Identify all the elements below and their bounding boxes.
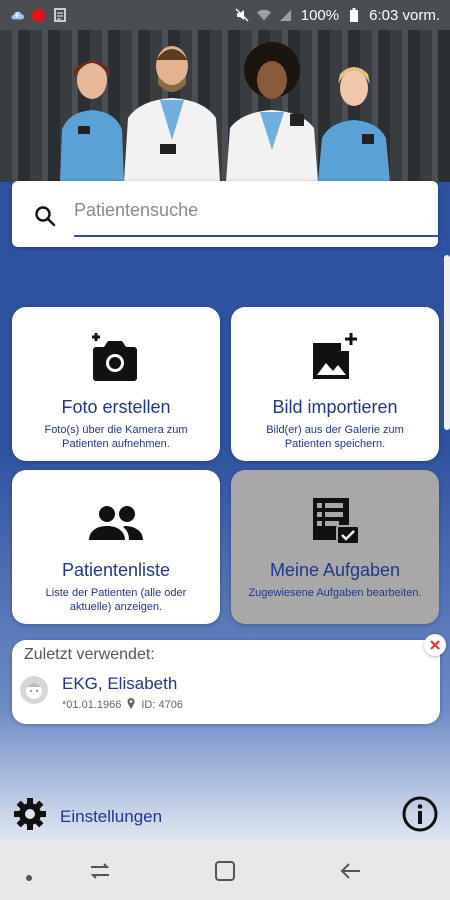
info-icon[interactable] [402, 796, 438, 832]
recent-apps-icon[interactable] [89, 862, 111, 885]
mute-icon [235, 8, 249, 22]
patient-list-tile[interactable]: Patientenliste Liste der Patienten (alle… [12, 470, 220, 624]
settings-label: Einstellungen [60, 806, 163, 826]
patient-list-desc: Liste der Patienten (alle oder aktuelle)… [45, 587, 187, 613]
document-icon [53, 8, 67, 22]
battery-level: 100% [300, 6, 340, 24]
my-tasks-tile[interactable]: Meine Aufgaben Zugewiesene Aufgaben bear… [231, 470, 439, 624]
import-image-tile[interactable]: Bild importieren Bild(er) aus der Galeri… [231, 307, 439, 461]
home-icon[interactable] [214, 860, 236, 887]
battery-icon [347, 8, 361, 22]
location-pin-icon [127, 698, 135, 712]
recent-patient-meta: *01.01.1966 ID: 4706 [62, 698, 183, 712]
recent-label: Zuletzt verwendet: [24, 646, 155, 663]
doctors-group-photo [0, 30, 450, 182]
person-1 [60, 61, 124, 182]
person-3 [226, 42, 318, 182]
clock: 6:03 vorm. [369, 6, 440, 24]
status-bar: 100% 6:03 vorm. [0, 0, 450, 30]
system-nav-bar [0, 840, 450, 900]
settings-button[interactable]: Einstellungen [12, 796, 162, 837]
recent-patient-name[interactable]: EKG, Elisabeth [62, 674, 177, 694]
person-4 [318, 67, 390, 182]
take-photo-tile[interactable]: Foto erstellen Foto(s) über die Kamera z… [12, 307, 220, 461]
patient-dob: *01.01.1966 [62, 699, 122, 711]
patient-search-box[interactable] [12, 181, 446, 247]
take-photo-title: Foto erstellen [61, 397, 171, 417]
task-list-icon [231, 496, 439, 548]
gear-icon [12, 796, 48, 837]
take-photo-desc: Foto(s) über die Kamera zum Patienten au… [44, 424, 188, 450]
record-dot-icon [32, 8, 45, 22]
recent-patient-card[interactable]: Zuletzt verwendet: EKG, Elisabeth *01.01… [12, 634, 446, 724]
patient-list-title: Patientenliste [61, 560, 171, 580]
cloud-icon [10, 8, 24, 22]
close-icon[interactable] [424, 634, 446, 656]
search-icon [34, 205, 56, 227]
nav-dot-icon[interactable] [26, 868, 32, 886]
people-icon [12, 496, 220, 548]
add-camera-icon [12, 333, 220, 385]
patient-avatar-icon [20, 676, 48, 704]
patient-id: ID: 4706 [141, 699, 183, 711]
signal-icon [279, 8, 293, 22]
patient-search-input[interactable] [74, 195, 446, 225]
my-tasks-title: Meine Aufgaben [269, 560, 401, 580]
my-tasks-desc: Zugewiesene Aufgaben bearbeiten. [248, 587, 422, 599]
import-image-title: Bild importieren [272, 397, 398, 417]
import-image-desc: Bild(er) aus der Galerie zum Patienten s… [266, 424, 404, 450]
person-2 [124, 46, 220, 182]
scroll-indicator [444, 255, 450, 430]
wifi-icon [256, 8, 271, 22]
back-icon[interactable] [340, 862, 362, 885]
search-underline [74, 235, 446, 237]
add-image-icon [231, 333, 439, 385]
